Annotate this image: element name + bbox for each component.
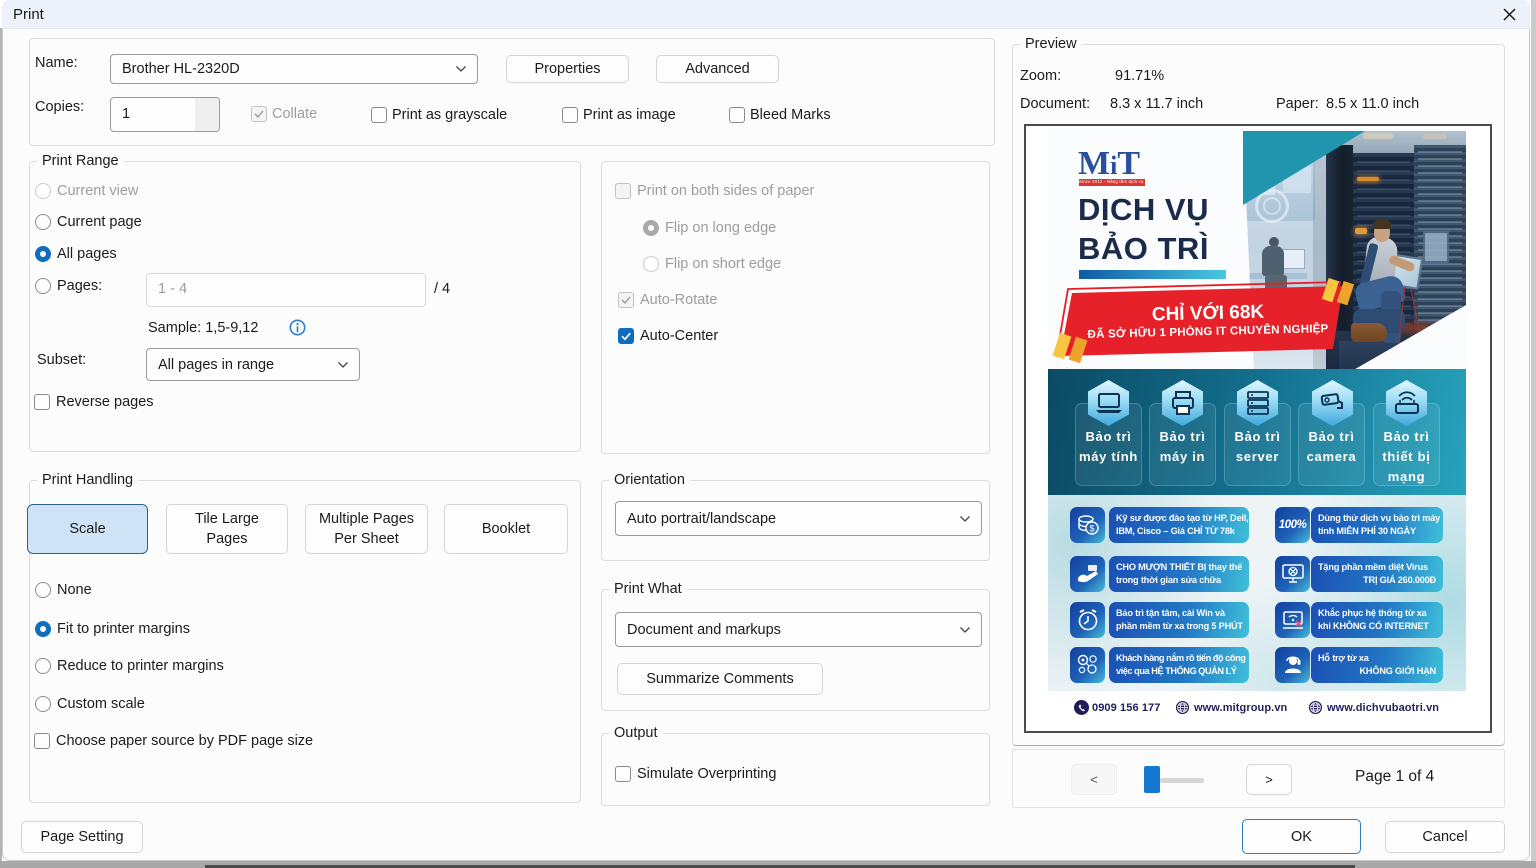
svg-text:$: $ xyxy=(1089,524,1094,534)
